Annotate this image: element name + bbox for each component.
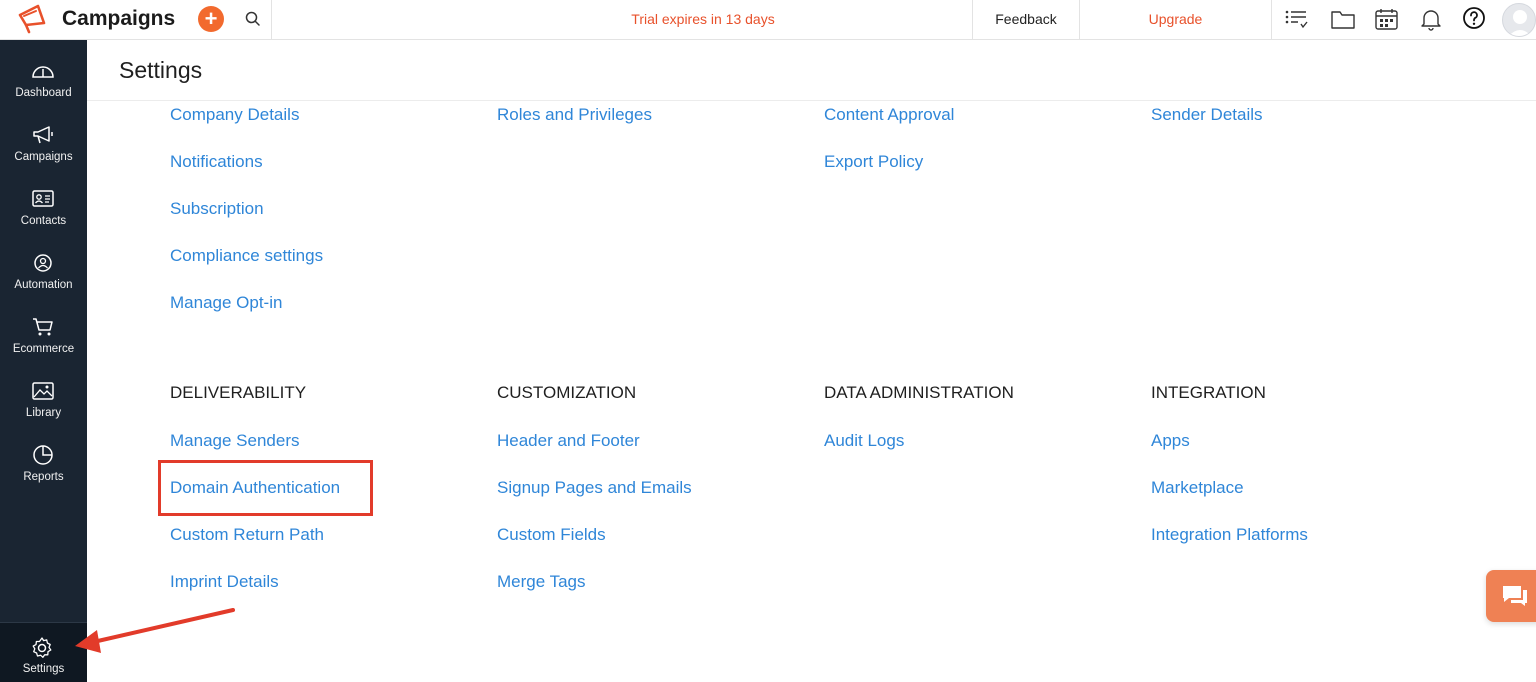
megaphone-icon xyxy=(33,126,53,144)
roles-and-privileges-link[interactable]: Roles and Privileges xyxy=(497,105,652,125)
content-approval-link[interactable]: Content Approval xyxy=(824,105,954,125)
dashboard-icon xyxy=(32,66,54,78)
merge-tags-link[interactable]: Merge Tags xyxy=(497,572,586,592)
bell-icon xyxy=(1421,10,1441,31)
list-button[interactable] xyxy=(1274,0,1318,40)
annotation-arrow-icon xyxy=(75,608,235,653)
list-icon xyxy=(1285,10,1308,29)
automation-icon xyxy=(34,254,52,272)
manage-senders-link[interactable]: Manage Senders xyxy=(170,431,299,451)
section-heading-integration: INTEGRATION xyxy=(1151,383,1266,402)
feedback-button[interactable]: Feedback xyxy=(972,0,1080,40)
title-divider xyxy=(87,100,1536,101)
folder-icon xyxy=(1331,11,1355,29)
integration-platforms-link[interactable]: Integration Platforms xyxy=(1151,525,1308,545)
sidebar-item-contacts[interactable]: Contacts xyxy=(0,176,87,236)
section-heading-customization: CUSTOMIZATION xyxy=(497,383,637,402)
calendar-button[interactable] xyxy=(1364,0,1408,40)
help-icon xyxy=(1463,7,1485,29)
chat-icon xyxy=(1503,586,1527,606)
sidebar-item-label: Ecommerce xyxy=(12,343,75,355)
sidebar-item-label: Dashboard xyxy=(15,87,72,99)
header-and-footer-link[interactable]: Header and Footer xyxy=(497,431,640,451)
highlight-box xyxy=(158,460,373,516)
sidebar-item-automation[interactable]: Automation xyxy=(0,240,87,300)
sidebar-item-label: Contacts xyxy=(20,215,67,227)
sidebar-item-dashboard[interactable]: Dashboard xyxy=(0,48,87,108)
sidebar-item-ecommerce[interactable]: Ecommerce xyxy=(0,304,87,364)
company-details-link[interactable]: Company Details xyxy=(170,105,299,125)
sidebar-item-campaigns[interactable]: Campaigns xyxy=(0,112,87,172)
help-button[interactable] xyxy=(1452,0,1496,40)
audit-logs-link[interactable]: Audit Logs xyxy=(824,431,904,451)
cart-icon xyxy=(33,318,53,336)
notifications-link[interactable]: Notifications xyxy=(170,152,263,172)
sender-details-link[interactable]: Sender Details xyxy=(1151,105,1263,125)
search-icon xyxy=(245,11,260,26)
compliance-settings-link[interactable]: Compliance settings xyxy=(170,246,323,266)
sidebar-item-label: Campaigns xyxy=(14,151,73,163)
search-button[interactable] xyxy=(234,0,272,40)
section-heading-deliverability: DELIVERABILITY xyxy=(170,383,307,402)
export-policy-link[interactable]: Export Policy xyxy=(824,152,923,172)
signup-pages-and-emails-link[interactable]: Signup Pages and Emails xyxy=(497,478,692,498)
megaphone-logo-icon[interactable] xyxy=(16,3,52,35)
folder-button[interactable] xyxy=(1320,0,1364,40)
notifications-button[interactable] xyxy=(1408,0,1452,40)
avatar-icon[interactable] xyxy=(1502,3,1536,37)
sidebar-item-library[interactable]: Library xyxy=(0,368,87,428)
page-title: Settings xyxy=(119,57,203,83)
custom-return-path-link[interactable]: Custom Return Path xyxy=(170,525,324,545)
sidebar-item-label: Automation xyxy=(14,279,73,291)
apps-link[interactable]: Apps xyxy=(1151,431,1190,451)
image-library-icon xyxy=(32,382,54,400)
gear-icon xyxy=(32,637,52,658)
trial-notice[interactable]: Trial expires in 13 days xyxy=(600,11,806,27)
manage-opt-in-link[interactable]: Manage Opt-in xyxy=(170,293,282,313)
pie-chart-icon xyxy=(33,445,53,465)
contact-card-icon xyxy=(32,190,54,207)
sidebar-item-label: Reports xyxy=(23,471,64,483)
chat-button[interactable] xyxy=(1486,570,1536,622)
imprint-details-link[interactable]: Imprint Details xyxy=(170,572,279,592)
subscription-link[interactable]: Subscription xyxy=(170,199,264,219)
top-bar: Campaigns + Trial expires in 13 days Fee… xyxy=(0,0,1536,40)
sidebar-item-reports[interactable]: Reports xyxy=(0,432,87,492)
app-title: Campaigns xyxy=(62,7,176,30)
sidebar-item-label: Library xyxy=(25,407,62,419)
sidebar: Dashboard Campaigns Contacts Automation xyxy=(0,40,87,682)
marketplace-link[interactable]: Marketplace xyxy=(1151,478,1244,498)
sidebar-item-label: Settings xyxy=(22,663,65,675)
custom-fields-link[interactable]: Custom Fields xyxy=(497,525,606,545)
calendar-icon xyxy=(1375,9,1398,30)
section-heading-data-administration: DATA ADMINISTRATION xyxy=(824,383,1014,402)
upgrade-button[interactable]: Upgrade xyxy=(1080,0,1272,40)
add-button[interactable]: + xyxy=(198,6,224,32)
